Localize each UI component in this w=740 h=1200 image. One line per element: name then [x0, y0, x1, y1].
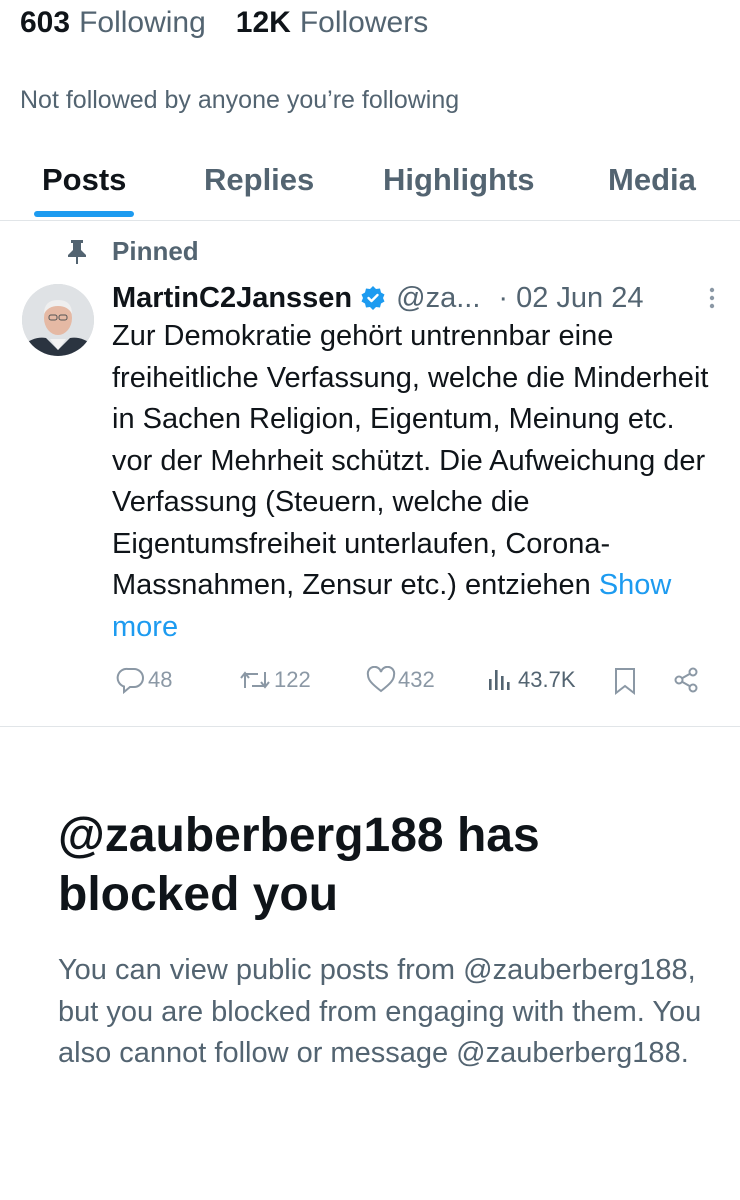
tab-posts[interactable]: Posts	[42, 162, 126, 198]
post-date[interactable]: 02 Jun 24	[516, 282, 643, 315]
blocked-title: @zauberberg188 has blocked you	[58, 809, 540, 921]
more-options-icon[interactable]	[702, 286, 722, 310]
following-count[interactable]: 603	[20, 6, 70, 40]
share-icon	[672, 666, 700, 694]
avatar[interactable]	[22, 284, 94, 356]
pinned-label: Pinned	[112, 236, 199, 266]
share-button[interactable]	[672, 666, 700, 694]
header-separator: ·	[498, 281, 509, 314]
pin-icon	[66, 239, 88, 265]
verified-badge-icon	[360, 285, 386, 311]
like-count: 432	[398, 667, 435, 692]
followers-count[interactable]: 12K	[236, 6, 291, 40]
post-body: Zur Demokratie gehört untrennbar eine fr…	[112, 320, 709, 601]
divider	[0, 726, 740, 727]
author-handle[interactable]: @za...	[396, 282, 480, 315]
bookmark-icon	[612, 666, 638, 696]
post-text[interactable]: Zur Demokratie gehört untrennbar eine fr…	[112, 316, 717, 648]
tab-media[interactable]: Media	[608, 162, 696, 198]
active-tab-indicator	[34, 211, 134, 217]
followed-by-note: Not followed by anyone you’re following	[20, 86, 460, 114]
post-header: MartinC2Janssen @za... · 02 Jun 24	[112, 278, 722, 318]
post-actions: 48 122 432 43.7K	[116, 666, 716, 706]
blocked-description: You can view public posts from @zauberbe…	[58, 954, 702, 1069]
tab-replies[interactable]: Replies	[204, 162, 314, 198]
reply-count: 48	[148, 667, 173, 692]
pinned-indicator: Pinned	[66, 236, 199, 267]
repost-count: 122	[274, 667, 311, 692]
followers-label[interactable]: Followers	[300, 6, 428, 40]
tab-highlights[interactable]: Highlights	[383, 162, 535, 198]
following-label[interactable]: Following	[79, 6, 206, 40]
repost-button[interactable]: 122	[238, 666, 311, 694]
views-button[interactable]: 43.7K	[486, 666, 576, 694]
bookmark-button[interactable]	[612, 666, 638, 696]
repost-icon	[238, 666, 272, 694]
author-name[interactable]: MartinC2Janssen	[112, 282, 352, 315]
reply-icon	[116, 666, 146, 694]
profile-stats: 603 Following 12K Followers	[20, 6, 428, 40]
views-count: 43.7K	[518, 667, 576, 692]
like-button[interactable]: 432	[366, 666, 435, 694]
heart-icon	[366, 666, 396, 694]
reply-button[interactable]: 48	[116, 666, 172, 694]
views-icon	[486, 666, 514, 694]
